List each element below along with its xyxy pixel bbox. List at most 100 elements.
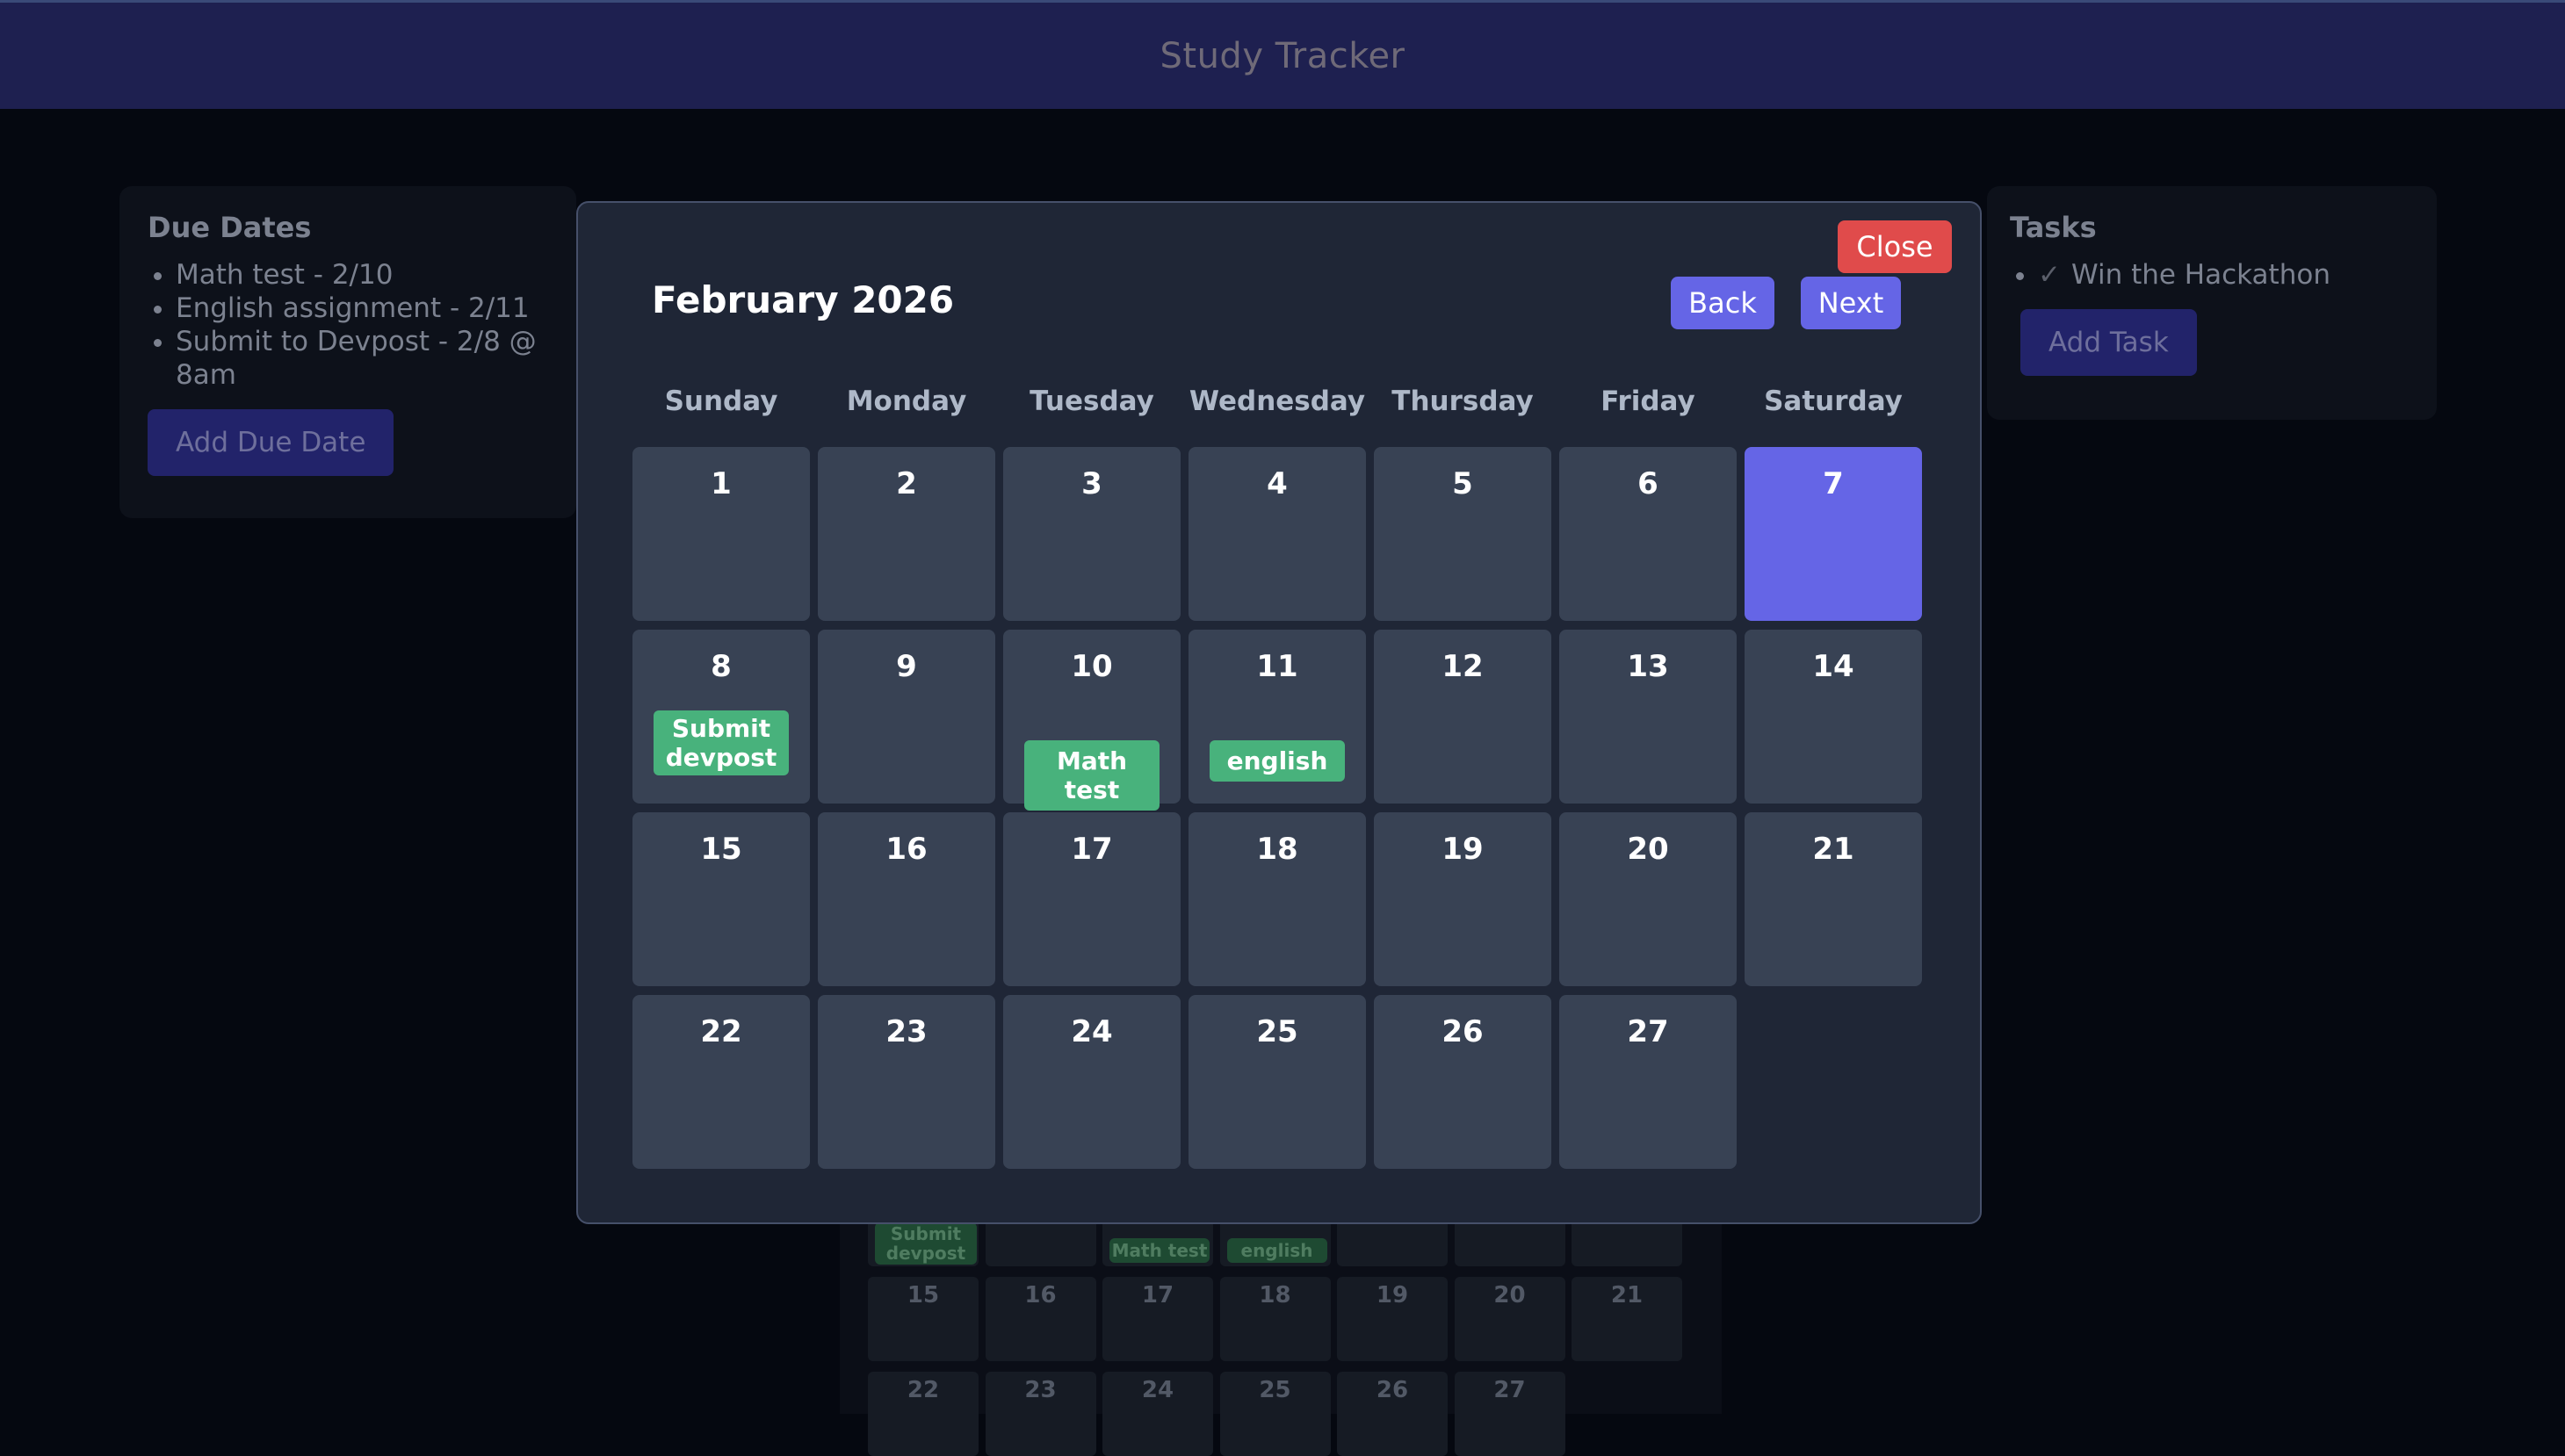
background-event-tag: Math test — [1109, 1238, 1210, 1263]
day-number: 12 — [1441, 649, 1484, 684]
weekday-label: Saturday — [1764, 386, 1903, 417]
background-day-cell: 25 — [1219, 1372, 1331, 1456]
background-day-cell: 22 — [868, 1372, 979, 1456]
day-cell[interactable]: 9 — [818, 630, 995, 804]
day-cell[interactable]: 8 Submit devpost — [632, 630, 810, 804]
event-tag[interactable]: Submit devpost — [654, 710, 789, 775]
background-day-cell: 16 — [985, 1277, 1096, 1361]
task-label: Win the Hackathon — [2070, 259, 2330, 291]
day-cell[interactable]: 6 — [1559, 447, 1737, 621]
day-number: 14 — [1812, 649, 1854, 684]
background-day-cell: 24 — [1102, 1372, 1213, 1456]
day-cell[interactable]: 14 — [1745, 630, 1922, 804]
background-day-cell: 17 — [1102, 1277, 1213, 1361]
day-cell[interactable]: 25 — [1189, 995, 1366, 1169]
weekday-label: Tuesday — [1030, 386, 1154, 417]
day-cell[interactable]: 13 — [1559, 630, 1737, 804]
day-cell[interactable]: 11 english — [1189, 630, 1366, 804]
tasks-title: Tasks — [2010, 211, 2097, 244]
background-day-cell: 20 — [1454, 1277, 1565, 1361]
weekday-header-row: Sunday Monday Tuesday Wednesday Thursday… — [632, 386, 1924, 429]
due-date-item: Math test - 2/10 — [176, 258, 548, 292]
weekday-label: Friday — [1600, 386, 1695, 417]
day-cell[interactable]: 12 — [1374, 630, 1551, 804]
background-day-cell: 26 — [1337, 1372, 1448, 1456]
calendar-grid: 1 2 3 4 5 6 7 8 Submit devpost 9 10 Math test 11 engl… — [632, 447, 1924, 1176]
day-number: 2 — [896, 466, 917, 501]
background-day-cell: 21 — [1572, 1277, 1682, 1361]
due-dates-title: Due Dates — [148, 211, 312, 244]
day-number: 22 — [700, 1014, 742, 1049]
weekday-label: Sunday — [664, 386, 778, 417]
calendar-modal: Close February 2026 Back Next Sunday Mon… — [576, 201, 1982, 1224]
day-number: 17 — [1071, 832, 1113, 867]
day-number: 25 — [1256, 1014, 1298, 1049]
add-due-date-button[interactable]: Add Due Date — [148, 409, 394, 476]
background-event-tag: Submit devpost — [875, 1222, 977, 1265]
day-cell[interactable]: 5 — [1374, 447, 1551, 621]
day-number: 8 — [711, 649, 732, 684]
day-number: 1 — [711, 466, 732, 501]
day-number: 20 — [1627, 832, 1669, 867]
day-number: 9 — [896, 649, 917, 684]
event-tag[interactable]: english — [1210, 740, 1345, 782]
day-number: 23 — [885, 1014, 928, 1049]
day-number: 13 — [1627, 649, 1669, 684]
day-number: 18 — [1256, 832, 1298, 867]
day-cell[interactable]: 16 — [818, 812, 995, 986]
day-cell[interactable]: 15 — [632, 812, 810, 986]
day-cell[interactable]: 23 — [818, 995, 995, 1169]
day-number: 4 — [1267, 466, 1288, 501]
background-day-cell: 19 — [1337, 1277, 1448, 1361]
due-date-item: English assignment - 2/11 — [176, 292, 548, 325]
day-number: 24 — [1071, 1014, 1113, 1049]
day-number: 10 — [1071, 649, 1113, 684]
day-cell[interactable]: 27 — [1559, 995, 1737, 1169]
background-day-cell: 23 — [985, 1372, 1096, 1456]
day-number: 19 — [1441, 832, 1484, 867]
due-date-item: Submit to Devpost - 2/8 @ 8am — [176, 325, 548, 392]
tasks-card: Tasks ✓ Win the Hackathon Add Task — [1987, 186, 2437, 420]
background-event-tag: english — [1226, 1238, 1327, 1263]
back-button[interactable]: Back — [1671, 277, 1774, 329]
background-calendar: Submit devpost Math test english 15 16 17 18 19… — [840, 1182, 1722, 1456]
event-tag[interactable]: Math test — [1024, 740, 1160, 811]
weekday-label: Monday — [846, 386, 967, 417]
day-number: 7 — [1823, 466, 1844, 501]
day-cell[interactable]: 2 — [818, 447, 995, 621]
close-button[interactable]: Close — [1838, 220, 1952, 273]
day-cell[interactable]: 19 — [1374, 812, 1551, 986]
background-day-cell: 18 — [1219, 1277, 1331, 1361]
day-number: 27 — [1627, 1014, 1669, 1049]
day-cell[interactable]: 26 — [1374, 995, 1551, 1169]
day-number: 11 — [1256, 649, 1298, 684]
day-number: 15 — [700, 832, 742, 867]
day-number: 26 — [1441, 1014, 1484, 1049]
add-task-button[interactable]: Add Task — [2020, 309, 2197, 376]
day-cell[interactable]: 1 — [632, 447, 810, 621]
day-cell-today[interactable]: 7 — [1745, 447, 1922, 621]
day-number: 21 — [1812, 832, 1854, 867]
day-number: 5 — [1452, 466, 1473, 501]
app-title: Study Tracker — [1160, 35, 1405, 76]
checkmark-icon: ✓ — [2038, 259, 2061, 291]
day-cell[interactable]: 17 — [1003, 812, 1181, 986]
due-dates-card: Due Dates Math test - 2/10 English assig… — [119, 186, 576, 518]
day-cell[interactable]: 20 — [1559, 812, 1737, 986]
weekday-label: Thursday — [1391, 386, 1534, 417]
next-button[interactable]: Next — [1801, 277, 1901, 329]
day-cell[interactable]: 4 — [1189, 447, 1366, 621]
tasks-list: ✓ Win the Hackathon — [2010, 258, 2414, 292]
day-number: 16 — [885, 832, 928, 867]
day-cell[interactable]: 3 — [1003, 447, 1181, 621]
day-cell[interactable]: 18 — [1189, 812, 1366, 986]
day-cell[interactable]: 21 — [1745, 812, 1922, 986]
background-day-cell: 27 — [1454, 1372, 1565, 1456]
task-item[interactable]: ✓ Win the Hackathon — [2038, 258, 2414, 292]
due-dates-list: Math test - 2/10 English assignment - 2/… — [148, 258, 548, 392]
day-number: 6 — [1637, 466, 1658, 501]
day-cell[interactable]: 10 Math test — [1003, 630, 1181, 811]
day-cell[interactable]: 24 — [1003, 995, 1181, 1169]
day-cell[interactable]: 22 — [632, 995, 810, 1169]
month-title: February 2026 — [652, 278, 955, 321]
